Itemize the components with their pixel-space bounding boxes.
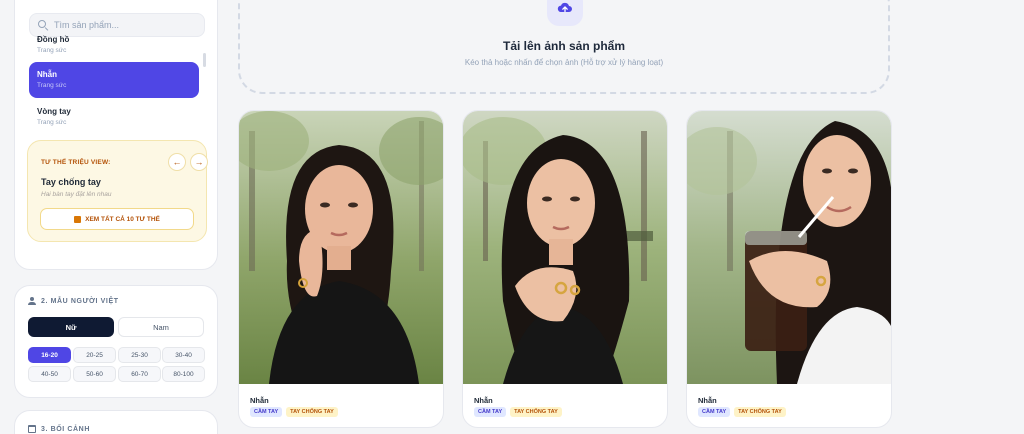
tag-hold: CẦM TAY — [474, 407, 507, 417]
category-item-vong-tay[interactable]: Vòng tay Trang sức — [29, 99, 199, 135]
age-option-40-50[interactable]: 40-50 — [28, 366, 71, 382]
age-option-60-70[interactable]: 60-70 — [118, 366, 161, 382]
pose-label: TƯ THẾ TRIỆU VIEW: — [41, 159, 111, 166]
age-option-16-20[interactable]: 16-20 — [28, 347, 71, 363]
upload-title: Tải lên ảnh sản phẩm — [502, 39, 626, 53]
age-option-30-40[interactable]: 30-40 — [162, 347, 205, 363]
gender-male-button[interactable]: Nam — [118, 317, 204, 337]
category-sub: Trang sức — [37, 82, 67, 89]
result-image[interactable] — [239, 111, 443, 384]
tag-pose: TAY CHỐNG TAY — [734, 407, 786, 417]
tag-hold: CẦM TAY — [698, 407, 731, 417]
category-name: Đồng hồ — [37, 35, 70, 44]
result-name: Nhẫn — [474, 396, 493, 405]
category-sub: Trang sức — [37, 119, 67, 126]
model-heading-text: 2. MẪU NGƯỜI VIỆT — [41, 297, 119, 305]
background-section-heading: 3. BỐI CẢNH — [28, 425, 90, 433]
arrow-right-icon[interactable]: → — [190, 153, 208, 171]
upload-subtitle: Kéo thả hoặc nhấn để chọn ảnh (Hỗ trợ xử… — [464, 58, 664, 67]
result-card[interactable]: Nhẫn CẦM TAY TAY CHỐNG TAY — [238, 110, 444, 428]
pose-subtitle: Hai bàn tay đặt lên nhau — [41, 191, 112, 198]
pose-title: Tay chống tay — [41, 177, 101, 187]
grid-icon — [74, 215, 82, 223]
calendar-icon — [28, 425, 36, 433]
category-name: Nhẫn — [37, 70, 57, 79]
age-option-20-25[interactable]: 20-25 — [73, 347, 116, 363]
cloud-upload-icon — [547, 0, 583, 26]
age-option-25-30[interactable]: 25-30 — [118, 347, 161, 363]
result-card[interactable]: Nhẫn CẦM TAY TAY CHỐNG TAY — [462, 110, 668, 428]
result-name: Nhẫn — [698, 396, 717, 405]
result-image[interactable] — [687, 111, 891, 384]
tag-pose: TAY CHỐNG TAY — [286, 407, 338, 417]
category-item-nhan[interactable]: Nhẫn Trang sức — [29, 62, 199, 98]
category-name: Vòng tay — [37, 107, 71, 116]
age-option-50-60[interactable]: 50-60 — [73, 366, 116, 382]
background-heading-text: 3. BỐI CẢNH — [41, 425, 90, 433]
result-tags: CẦM TAY TAY CHỐNG TAY — [698, 407, 786, 417]
scrollbar[interactable] — [203, 53, 206, 67]
tag-hold: CẦM TAY — [250, 407, 283, 417]
view-all-poses-button[interactable]: XEM TẤT CẢ 10 TƯ THẾ — [40, 208, 194, 230]
upload-dropzone[interactable]: Tải lên ảnh sản phẩm Kéo thả hoặc nhấn đ… — [238, 0, 890, 94]
category-item-dong-ho[interactable]: Đồng hồ Trang sức — [29, 27, 199, 63]
view-all-label: XEM TẤT CẢ 10 TƯ THẾ — [85, 215, 160, 223]
sidebar: Đồng hồ Trang sức Nhẫn Trang sức Vòng ta… — [0, 0, 232, 434]
result-tags: CẦM TAY TAY CHỐNG TAY — [474, 407, 562, 417]
arrow-left-icon[interactable]: ← — [168, 153, 186, 171]
user-icon — [28, 297, 36, 305]
age-option-80-100[interactable]: 80-100 — [162, 366, 205, 382]
app-root: Đồng hồ Trang sức Nhẫn Trang sức Vòng ta… — [0, 0, 1024, 434]
model-section-heading: 2. MẪU NGƯỜI VIỆT — [28, 297, 119, 305]
background-panel: 3. BỐI CẢNH — [14, 410, 218, 434]
result-name: Nhẫn — [250, 396, 269, 405]
result-tags: CẦM TAY TAY CHỐNG TAY — [250, 407, 338, 417]
category-sub: Trang sức — [37, 47, 67, 54]
result-card[interactable]: Nhẫn CẦM TAY TAY CHỐNG TAY — [686, 110, 892, 428]
pose-card: TƯ THẾ TRIỆU VIEW: ← → Tay chống tay Hai… — [27, 140, 208, 242]
tag-pose: TAY CHỐNG TAY — [510, 407, 562, 417]
product-panel: Đồng hồ Trang sức Nhẫn Trang sức Vòng ta… — [14, 0, 218, 270]
gender-female-button[interactable]: Nữ — [28, 317, 114, 337]
result-image[interactable] — [463, 111, 667, 384]
model-panel: 2. MẪU NGƯỜI VIỆT Nữ Nam 16-20 20-25 25-… — [14, 285, 218, 398]
